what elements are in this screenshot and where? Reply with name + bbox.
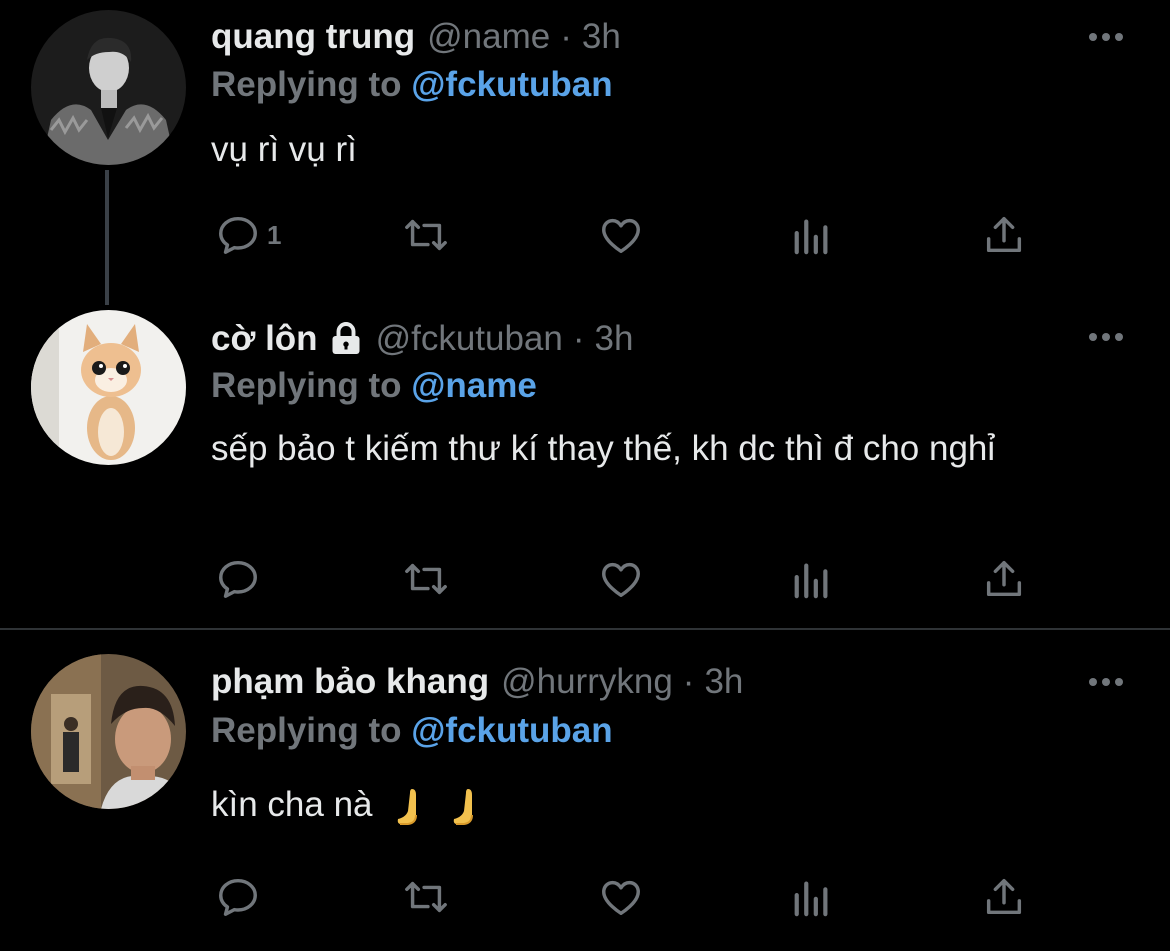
avatar[interactable] [31, 654, 186, 809]
avatar[interactable] [31, 310, 186, 465]
reply-button[interactable] [215, 872, 267, 922]
tweet-actions [211, 554, 1051, 604]
tweet-text: vụ rì vụ rì [211, 130, 357, 169]
like-icon [602, 562, 640, 598]
replying-to: Replying to @fckutuban [211, 710, 613, 752]
views-icon [794, 563, 828, 599]
cat-photo-avatar-icon [31, 310, 186, 465]
user-handle[interactable]: @name [427, 16, 550, 58]
retweet-button[interactable] [401, 554, 451, 604]
tweet-text: kìn cha nà [211, 785, 373, 824]
tweet-2[interactable]: cờ lôn @fckutuban · 3h Replying to @name… [0, 300, 1170, 628]
views-button[interactable] [791, 554, 833, 604]
views-icon [794, 219, 828, 255]
tweet-header: quang trung @name · 3h [211, 16, 621, 58]
mention-link[interactable]: @name [411, 366, 537, 405]
views-button[interactable] [791, 872, 833, 922]
like-button[interactable] [597, 872, 645, 922]
tweet-header: phạm bảo khang @hurrykng · 3h [211, 661, 743, 703]
person-photo-avatar-icon [31, 10, 186, 165]
share-icon [986, 216, 1022, 253]
pray-emoji-icon [453, 788, 473, 825]
separator-dot: · [682, 662, 695, 701]
separator-dot: · [560, 17, 572, 56]
replying-label: Replying to [211, 65, 402, 104]
reply-icon [219, 878, 257, 916]
reply-icon [219, 216, 257, 254]
tweet-actions [211, 872, 1051, 922]
tweet-header: cờ lôn @fckutuban · 3h [211, 318, 633, 360]
mention-link[interactable]: @fckutuban [411, 65, 612, 104]
mention-link[interactable]: @fckutuban [411, 711, 612, 750]
share-button[interactable] [981, 872, 1027, 922]
views-icon [794, 881, 828, 917]
replying-to: Replying to @fckutuban [211, 64, 613, 106]
tweet-text: sếp bảo t kiếm thư kí thay thế, kh dc th… [211, 429, 996, 468]
reply-count: 1 [267, 219, 282, 250]
user-handle[interactable]: @hurrykng [501, 661, 673, 703]
like-button[interactable] [597, 554, 645, 604]
views-button[interactable] [791, 210, 833, 260]
lock-icon [332, 322, 360, 354]
share-button[interactable] [981, 554, 1027, 604]
retweet-icon [405, 881, 447, 913]
tweet-1[interactable]: quang trung @name · 3h Replying to @fcku… [0, 0, 1170, 300]
retweet-button[interactable] [401, 210, 451, 260]
display-name[interactable]: quang trung [211, 16, 415, 58]
separator-dot: · [572, 319, 585, 358]
share-icon [986, 878, 1022, 915]
share-button[interactable] [981, 210, 1027, 260]
retweet-button[interactable] [401, 872, 451, 922]
timestamp[interactable]: 3h [704, 661, 743, 703]
replying-to: Replying to @name [211, 365, 537, 407]
more-icon[interactable] [1086, 27, 1126, 47]
tweet-actions: 1 [211, 210, 1051, 260]
share-icon [986, 560, 1022, 597]
like-icon [602, 880, 640, 916]
timestamp[interactable]: 3h [595, 318, 634, 360]
more-icon[interactable] [1086, 327, 1126, 347]
retweet-icon [405, 563, 447, 595]
avatar[interactable] [31, 10, 186, 165]
display-name[interactable]: cờ lôn [211, 318, 318, 360]
user-handle[interactable]: @fckutuban [376, 318, 563, 360]
timestamp[interactable]: 3h [582, 16, 621, 58]
selfie-photo-avatar-icon [31, 654, 186, 809]
pray-emoji-icon [397, 788, 418, 825]
reply-button[interactable] [215, 554, 267, 604]
like-icon [602, 218, 640, 254]
display-name[interactable]: phạm bảo khang [211, 661, 489, 703]
tweet-text-row: kìn cha nà [211, 784, 1111, 827]
reply-icon [219, 560, 257, 598]
replying-label: Replying to [211, 711, 402, 750]
like-button[interactable] [597, 210, 645, 260]
retweet-icon [405, 219, 447, 251]
more-icon[interactable] [1086, 672, 1126, 692]
tweet-3[interactable]: phạm bảo khang @hurrykng · 3h Replying t… [0, 630, 1170, 951]
replying-label: Replying to [211, 366, 402, 405]
reply-button[interactable]: 1 [215, 210, 281, 260]
